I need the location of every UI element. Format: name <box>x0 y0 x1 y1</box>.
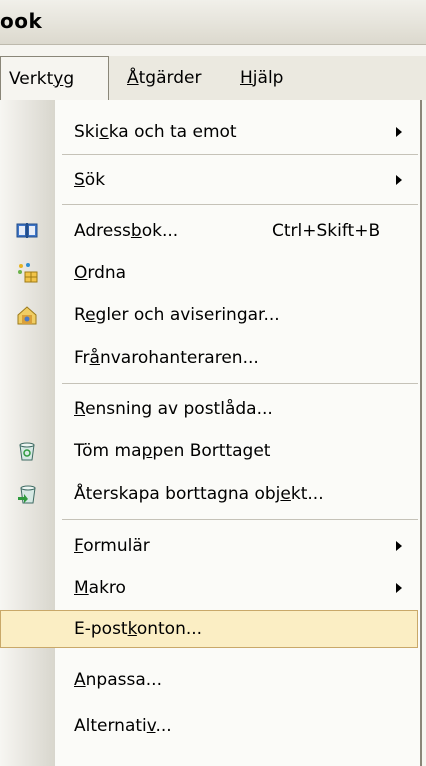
menu-item-franvarohanteraren[interactable]: Frånvarohanteraren... <box>0 340 418 376</box>
submenu-arrow-icon <box>396 175 402 185</box>
submenu-arrow-icon <box>396 541 402 551</box>
menu-item-anpassa[interactable]: Anpassa... <box>0 662 418 698</box>
menu-item-label: Rensning av postlåda... <box>74 399 273 419</box>
menu-hjalp-mnemonic: H <box>240 68 253 88</box>
menu-item-sok[interactable]: Sök <box>0 162 418 198</box>
menu-atgarder-label-end: tgärder <box>138 68 202 88</box>
menu-separator <box>62 204 418 205</box>
address-book-icon <box>16 223 38 238</box>
menu-item-alternativ[interactable]: Alternativ... <box>0 708 418 744</box>
menu-item-aterskapa-borttagna-objekt[interactable]: Återskapa borttagna objekt... <box>0 476 418 512</box>
empty-trash-icon <box>19 442 35 461</box>
menu-item-label: Regler och aviseringar... <box>74 305 280 325</box>
submenu-arrow-icon <box>396 583 402 593</box>
menu-item-label: Frånvarohanteraren... <box>74 348 259 368</box>
menu-atgarder-mnemonic: Å <box>127 68 139 88</box>
menu-hjalp[interactable]: Hjälp <box>240 56 283 100</box>
menu-hjalp-label-end: jälp <box>252 68 284 88</box>
menu-item-label: Sök <box>74 170 106 190</box>
title-bar: ook <box>0 0 426 45</box>
menu-item-label: Makro <box>74 578 126 598</box>
menu-separator <box>62 154 418 155</box>
menu-separator <box>62 383 418 384</box>
menu-item-label: Töm mappen Borttaget <box>74 441 271 461</box>
menu-item-label: Skicka och ta emot <box>74 122 237 142</box>
menu-item-label: Återskapa borttagna objekt... <box>74 484 324 504</box>
menu-item-makro[interactable]: Makro <box>0 570 418 606</box>
window-title: ook <box>0 9 43 33</box>
menu-item-shortcut: Ctrl+Skift+B <box>272 221 381 241</box>
menu-item-label: Ordna <box>74 263 127 283</box>
menu-item-tom-mappen-borttaget[interactable]: Töm mappen Borttaget <box>0 433 418 469</box>
menu-item-regler-och-aviseringar[interactable]: Regler och aviseringar... <box>0 297 418 333</box>
menu-item-ordna[interactable]: Ordna <box>0 255 418 291</box>
menu-item-label: Anpassa... <box>74 670 162 690</box>
menu-verktyg-mnemonic: y <box>53 69 64 89</box>
menu-verktyg-label-end: g <box>63 69 75 89</box>
menu-item-formular[interactable]: Formulär <box>0 528 418 564</box>
menu-item-label: E-postkonton... <box>74 619 203 639</box>
menu-item-label: Formulär <box>74 536 150 556</box>
rules-alerts-icon <box>17 306 37 325</box>
menu-bar: Verktyg Åtgärder Hjälp <box>0 56 426 100</box>
menu-item-skicka-och-ta-emot[interactable]: Skicka och ta emot <box>0 114 418 150</box>
menu-verktyg-label-start: Verkt <box>9 69 54 89</box>
menu-item-e-postkonton[interactable]: E-postkonton... <box>0 610 418 648</box>
menu-item-label: Alternativ... <box>74 716 172 736</box>
menu-verktyg[interactable]: Verktyg <box>0 56 109 100</box>
menu-item-adressbok[interactable]: Adressbok... Ctrl+Skift+B <box>0 213 418 249</box>
verktyg-dropdown-menu: Skicka och ta emot Sök Adressbok... Ctrl… <box>0 100 422 766</box>
menu-atgarder[interactable]: Åtgärder <box>127 56 201 100</box>
menu-separator <box>62 519 418 520</box>
organize-icon <box>18 263 38 283</box>
submenu-arrow-icon <box>396 127 402 137</box>
menu-item-label: Adressbok... <box>74 221 179 241</box>
recover-deleted-icon <box>18 485 36 504</box>
menu-item-rensning-av-postlada[interactable]: Rensning av postlåda... <box>0 391 418 427</box>
